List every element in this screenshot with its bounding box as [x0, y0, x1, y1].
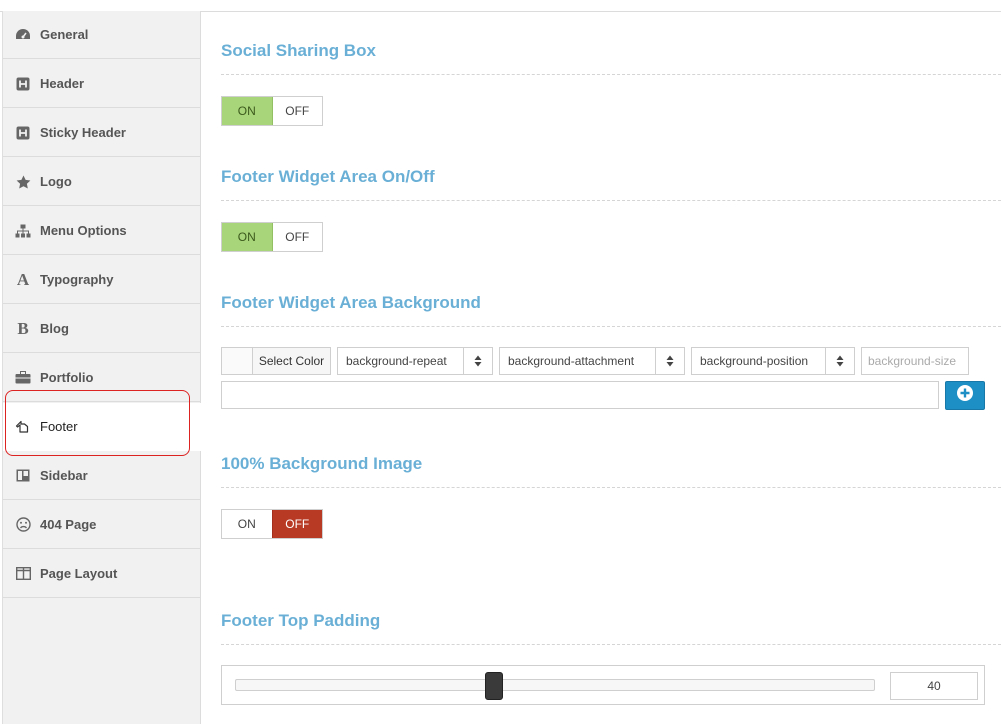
- toggle-on-option[interactable]: ON: [222, 510, 272, 538]
- sidebar-item-page-layout[interactable]: Page Layout: [3, 550, 200, 598]
- sort-arrows-icon: [825, 348, 854, 374]
- plus-circle-icon: [956, 384, 974, 407]
- toggle-on-option[interactable]: ON: [222, 223, 273, 251]
- star-icon: [15, 174, 31, 190]
- full-bg-image-toggle[interactable]: ON OFF: [221, 509, 323, 539]
- sidebar-item-label: Typography: [40, 272, 114, 287]
- sidebar-item-404-page[interactable]: 404 Page: [3, 501, 200, 549]
- header-icon: [15, 76, 31, 92]
- footer-top-padding-title: Footer Top Padding: [221, 611, 381, 630]
- sidebar-item-blog[interactable]: B Blog: [3, 305, 200, 353]
- background-position-select[interactable]: background-position: [691, 347, 855, 375]
- section-divider: [221, 200, 1001, 201]
- section-divider: [221, 644, 1001, 645]
- sidebar-item-label: Sticky Header: [40, 125, 126, 140]
- full-bg-image-title: 100% Background Image: [221, 454, 423, 473]
- sidebar-item-sticky-header[interactable]: Sticky Header: [3, 109, 200, 157]
- frown-icon: [15, 517, 31, 533]
- background-size-input[interactable]: [861, 347, 969, 375]
- add-image-button[interactable]: [945, 381, 985, 410]
- sidebar-item-header[interactable]: Header: [3, 60, 200, 108]
- sidebar-item-label: Page Layout: [40, 566, 118, 581]
- select-value: background-position: [700, 354, 809, 368]
- footer-widget-bg-title: Footer Widget Area Background: [221, 293, 481, 312]
- briefcase-icon: [15, 370, 31, 386]
- sort-arrows-icon: [655, 348, 684, 374]
- background-image-url-input[interactable]: [221, 381, 939, 409]
- sidebar-item-label: Sidebar: [40, 468, 88, 483]
- sidebar-item-menu-options[interactable]: Menu Options: [3, 207, 200, 255]
- hand-pointer-icon: [15, 419, 31, 435]
- sidebar-item-label: Blog: [40, 321, 69, 336]
- bold-icon: B: [17, 318, 29, 338]
- options-sidebar: General Header Sticky Header Logo Menu O…: [2, 11, 201, 724]
- social-sharing-title: Social Sharing Box: [221, 41, 376, 60]
- sidebar-item-general[interactable]: General: [3, 11, 200, 59]
- sitemap-icon: [15, 223, 31, 239]
- sidebar-item-label: Portfolio: [40, 370, 94, 385]
- sidebar-item-label: Footer: [40, 419, 78, 434]
- sidebar-item-footer[interactable]: Footer: [3, 403, 201, 451]
- social-sharing-toggle[interactable]: ON OFF: [221, 96, 323, 126]
- padding-value-input[interactable]: [890, 672, 978, 700]
- sort-arrows-icon: [463, 348, 492, 374]
- sidebar-item-label: 404 Page: [40, 517, 97, 532]
- slider-handle[interactable]: [485, 672, 504, 700]
- select-color-button[interactable]: Select Color: [221, 347, 331, 375]
- background-attachment-select[interactable]: background-attachment: [499, 347, 685, 375]
- footer-widget-onoff-title: Footer Widget Area On/Off: [221, 167, 435, 186]
- slider-track[interactable]: [235, 672, 875, 700]
- header-icon: [15, 125, 31, 141]
- toggle-off-option[interactable]: OFF: [271, 510, 322, 538]
- section-divider: [221, 74, 1001, 75]
- select-value: background-attachment: [508, 354, 635, 368]
- select-value: background-repeat: [346, 354, 447, 368]
- section-divider: [221, 487, 1001, 488]
- sidebar-item-portfolio[interactable]: Portfolio: [3, 354, 200, 402]
- sidebar-item-label: Logo: [40, 174, 72, 189]
- toggle-off-option[interactable]: OFF: [272, 97, 322, 125]
- sidebar-item-label: Menu Options: [40, 223, 127, 238]
- footer-widget-toggle[interactable]: ON OFF: [221, 222, 323, 252]
- footer-top-padding-slider: [221, 665, 985, 705]
- sidebar-item-sidebar[interactable]: Sidebar: [3, 452, 200, 500]
- sidebar-item-label: General: [40, 27, 89, 42]
- columns-icon: [15, 468, 31, 484]
- color-swatch[interactable]: [222, 348, 253, 374]
- sidebar-item-typography[interactable]: A Typography: [3, 256, 200, 304]
- select-color-label: Select Color: [258, 354, 325, 368]
- font-icon: A: [16, 269, 30, 289]
- dashboard-icon: [15, 27, 31, 43]
- sidebar-item-label: Header: [40, 76, 85, 91]
- layout-icon: [15, 566, 31, 582]
- section-divider: [221, 326, 1001, 327]
- sidebar-item-logo[interactable]: Logo: [3, 158, 200, 206]
- toggle-on-option[interactable]: ON: [222, 97, 273, 125]
- toggle-off-option[interactable]: OFF: [272, 223, 322, 251]
- background-repeat-select[interactable]: background-repeat: [337, 347, 493, 375]
